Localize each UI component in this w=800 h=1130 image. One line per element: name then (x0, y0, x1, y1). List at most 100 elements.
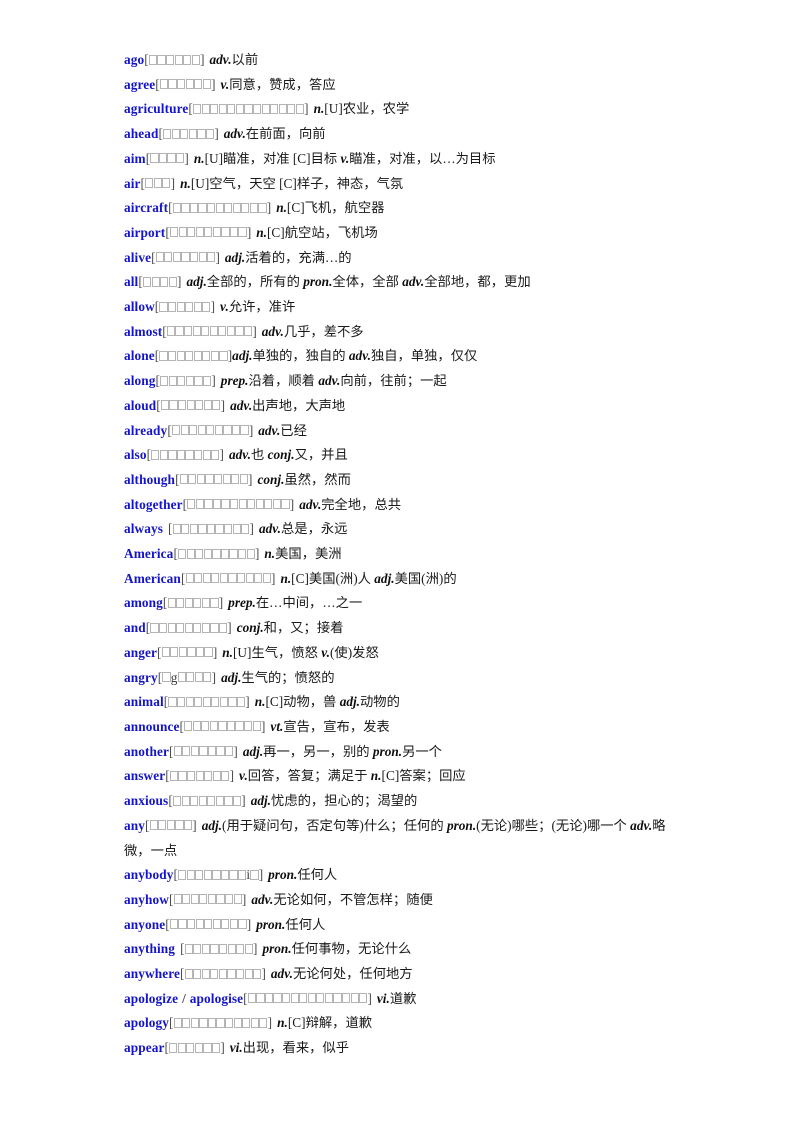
phonetic-missing-glyph-box (202, 301, 211, 312)
phonetic-missing-glyph-box (218, 103, 227, 114)
entry-headword[interactable]: already (124, 423, 167, 438)
entry-headword[interactable]: anyone (124, 917, 165, 932)
entry-headword[interactable]: also (124, 447, 147, 462)
phonetic-missing-glyph-box (212, 869, 221, 880)
entry-headword[interactable]: all (124, 274, 138, 289)
entry-headword[interactable]: anywhere (124, 966, 180, 981)
phonetic-missing-glyph-box (186, 548, 195, 559)
part-of-speech-marker: n. (256, 224, 267, 240)
phonetic-missing-glyph-box (176, 301, 185, 312)
phonetic-missing-glyph-box (202, 79, 211, 90)
entry-headword[interactable]: aircraft (124, 200, 168, 215)
phonetic-missing-glyph-box (212, 548, 221, 559)
phonetic-transcription: [] (179, 719, 265, 734)
phonetic-missing-glyph-box (198, 523, 207, 534)
phonetic-missing-glyph-box (184, 968, 193, 979)
entry-headword[interactable]: apology (124, 1015, 169, 1030)
bracket-close: ] (211, 76, 216, 92)
phonetic-missing-glyph-box (195, 227, 204, 238)
phonetic-missing-glyph-box (180, 425, 189, 436)
definition-text: [U]农业，农学 (324, 101, 410, 117)
entry-headword[interactable]: anybody (124, 867, 173, 882)
entry-headword[interactable]: alive (124, 250, 151, 265)
phonetic-missing-glyph-box (168, 696, 177, 707)
phonetic-missing-glyph-box (159, 79, 169, 90)
entry-headword[interactable]: aim (124, 151, 146, 166)
definition-text: 独自，单独，仅仅 (370, 348, 478, 364)
phonetic-transcription: [] (169, 892, 246, 907)
entry-headword[interactable]: altogether (124, 497, 183, 512)
entry-headword[interactable]: almost (124, 324, 162, 339)
entry-headword[interactable]: angry (124, 670, 158, 685)
bracket-close: ] (192, 817, 197, 833)
entry-headword[interactable]: another (124, 744, 169, 759)
phonetic-missing-glyph-box (181, 523, 190, 534)
phonetic-missing-glyph-box (254, 573, 263, 584)
phonetic-missing-glyph-box (287, 103, 296, 114)
phonetic-missing-glyph-box (218, 326, 227, 337)
entry-headword[interactable]: among (124, 595, 163, 610)
entry-headword[interactable]: America (124, 546, 173, 561)
dictionary-entry: and[] conj.和，又；接着 (124, 616, 690, 641)
phonetic-missing-glyph-box (316, 993, 325, 1004)
phonetic-missing-glyph-box (159, 350, 168, 361)
entry-headword[interactable]: ago (124, 52, 144, 67)
dictionary-entry: aloud[] adv.出声地，大声地 (124, 394, 690, 419)
entry-headword[interactable]: animal (124, 694, 164, 709)
definition-text: 虽然，然而 (284, 471, 351, 487)
phonetic-missing-glyph-box (255, 499, 264, 510)
part-of-speech-marker: pron. (268, 867, 298, 883)
entry-headword[interactable]: air (124, 176, 141, 191)
part-of-speech-marker: pron. (303, 274, 333, 290)
phonetic-missing-glyph-box (238, 919, 247, 930)
phonetic-missing-glyph-box (171, 128, 180, 139)
entry-headword[interactable]: and (124, 620, 146, 635)
phonetic-missing-glyph-box (167, 350, 177, 361)
bracket-close: ] (246, 224, 252, 240)
phonetic-missing-glyph-box (155, 252, 164, 263)
phonetic-missing-glyph-box (239, 474, 248, 485)
phonetic-missing-glyph-box (264, 993, 274, 1004)
entry-headword[interactable]: announce (124, 719, 179, 734)
entry-headword[interactable]: always (124, 521, 163, 536)
entry-headword[interactable]: alone (124, 348, 155, 363)
phonetic-missing-glyph-box (216, 746, 225, 757)
dictionary-entry: ahead[] adv.在前面，向前 (124, 122, 690, 147)
definition-text: 和，又；接着 (263, 620, 344, 636)
entry-headword[interactable]: any (124, 818, 145, 833)
entry-headword[interactable]: appear (124, 1040, 165, 1055)
phonetic-missing-glyph-box (176, 153, 185, 164)
phonetic-missing-glyph-box (226, 326, 236, 337)
phonetic-missing-glyph-box (192, 326, 201, 337)
phonetic-missing-glyph-box (186, 770, 196, 781)
entry-headword[interactable]: agree (124, 77, 155, 92)
definition-text: 向前，往前；一起 (340, 373, 447, 389)
phonetic-missing-glyph-box (185, 79, 194, 90)
phonetic-missing-glyph-box (290, 993, 299, 1004)
entry-headword[interactable]: anything (124, 941, 175, 956)
bracket-close: ] (211, 373, 216, 389)
phonetic-missing-glyph-box (350, 993, 359, 1004)
entry-headword[interactable]: apologize (124, 991, 178, 1006)
entry-headword[interactable]: allow (124, 299, 155, 314)
entry-headword[interactable]: American (124, 571, 181, 586)
entry-headword-alternate[interactable]: apologise (190, 991, 243, 1006)
phonetic-missing-glyph-box (186, 400, 195, 411)
entry-headword[interactable]: airport (124, 225, 165, 240)
bracket-close: ] (248, 422, 254, 438)
phonetic-missing-glyph-box (168, 276, 177, 287)
phonetic-missing-glyph-box (194, 573, 203, 584)
entry-headword[interactable]: agriculture (124, 101, 188, 116)
phonetic-missing-glyph-box (168, 79, 177, 90)
phonetic-missing-glyph-box (232, 202, 241, 213)
entry-headword[interactable]: although (124, 472, 175, 487)
entry-headword[interactable]: ahead (124, 126, 159, 141)
entry-headword[interactable]: answer (124, 768, 165, 783)
entry-headword[interactable]: along (124, 373, 156, 388)
phonetic-missing-glyph-box (210, 350, 219, 361)
entry-headword[interactable]: anxious (124, 793, 168, 808)
dictionary-entry: apologize / apologise[] vi.道歉 (124, 987, 690, 1012)
entry-headword[interactable]: anger (124, 645, 157, 660)
entry-headword[interactable]: anyhow (124, 892, 169, 907)
entry-headword[interactable]: aloud (124, 398, 156, 413)
